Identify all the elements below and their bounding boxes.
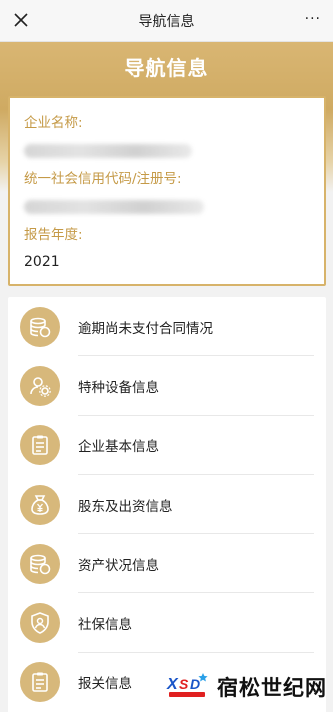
menu-item-shareholders[interactable]: 股东及出资信息 <box>8 475 326 535</box>
report-year-label: 报告年度: <box>24 227 83 243</box>
svg-text:S: S <box>179 676 189 692</box>
credit-code-label: 统一社会信用代码/注册号: <box>24 171 182 187</box>
menu-item-social-security[interactable]: 社保信息 <box>8 593 326 653</box>
menu-item-label: 逾期尚未支付合同情况 <box>78 320 213 337</box>
page-title: 导航信息 <box>138 13 195 30</box>
watermark-logo: X S D <box>165 670 213 704</box>
more-options-icon[interactable]: ··· <box>305 12 321 26</box>
menu-item-special-equipment[interactable]: 特种设备信息 <box>8 356 326 416</box>
report-year-value: 2021 <box>24 254 60 270</box>
company-info-card: 企业名称: 统一社会信用代码/注册号: 报告年度: 2021 <box>8 96 326 286</box>
menu-item-assets[interactable]: 资产状况信息 <box>8 534 326 594</box>
menu-item-label: 企业基本信息 <box>78 439 159 456</box>
menu-item-label: 股东及出资信息 <box>78 498 173 515</box>
money-bag-icon <box>20 484 60 525</box>
company-name-label: 企业名称: <box>24 115 83 131</box>
menu-item-label: 资产状况信息 <box>78 557 159 574</box>
credit-code-redacted <box>24 200 204 214</box>
watermark: X S D 宿松世纪网 <box>165 670 327 704</box>
coins-stack-icon <box>20 543 60 584</box>
shield-user-icon <box>20 603 60 644</box>
svg-text:X: X <box>166 676 179 693</box>
company-name-redacted <box>24 144 192 158</box>
menu-item-label: 特种设备信息 <box>78 379 159 396</box>
coins-stack-icon <box>20 306 60 347</box>
menu-item-overdue-contracts[interactable]: 逾期尚未支付合同情况 <box>8 297 326 357</box>
svg-text:D: D <box>190 676 200 692</box>
menu-item-label: 报关信息 <box>78 676 132 693</box>
close-icon[interactable] <box>10 9 32 31</box>
clipboard-icon <box>20 662 60 703</box>
menu-list: 逾期尚未支付合同情况 特种设备信息 企业基本信息 股东及出资信息 资产状况信息 … <box>8 297 326 712</box>
clipboard-icon <box>20 425 60 466</box>
menu-item-basic-info[interactable]: 企业基本信息 <box>8 416 326 475</box>
user-gear-icon <box>20 365 60 406</box>
menu-item-label: 社保信息 <box>78 617 132 634</box>
top-bar: 导航信息 ··· <box>0 0 333 42</box>
hero-title: 导航信息 <box>124 56 209 80</box>
watermark-text: 宿松世纪网 <box>217 676 327 700</box>
